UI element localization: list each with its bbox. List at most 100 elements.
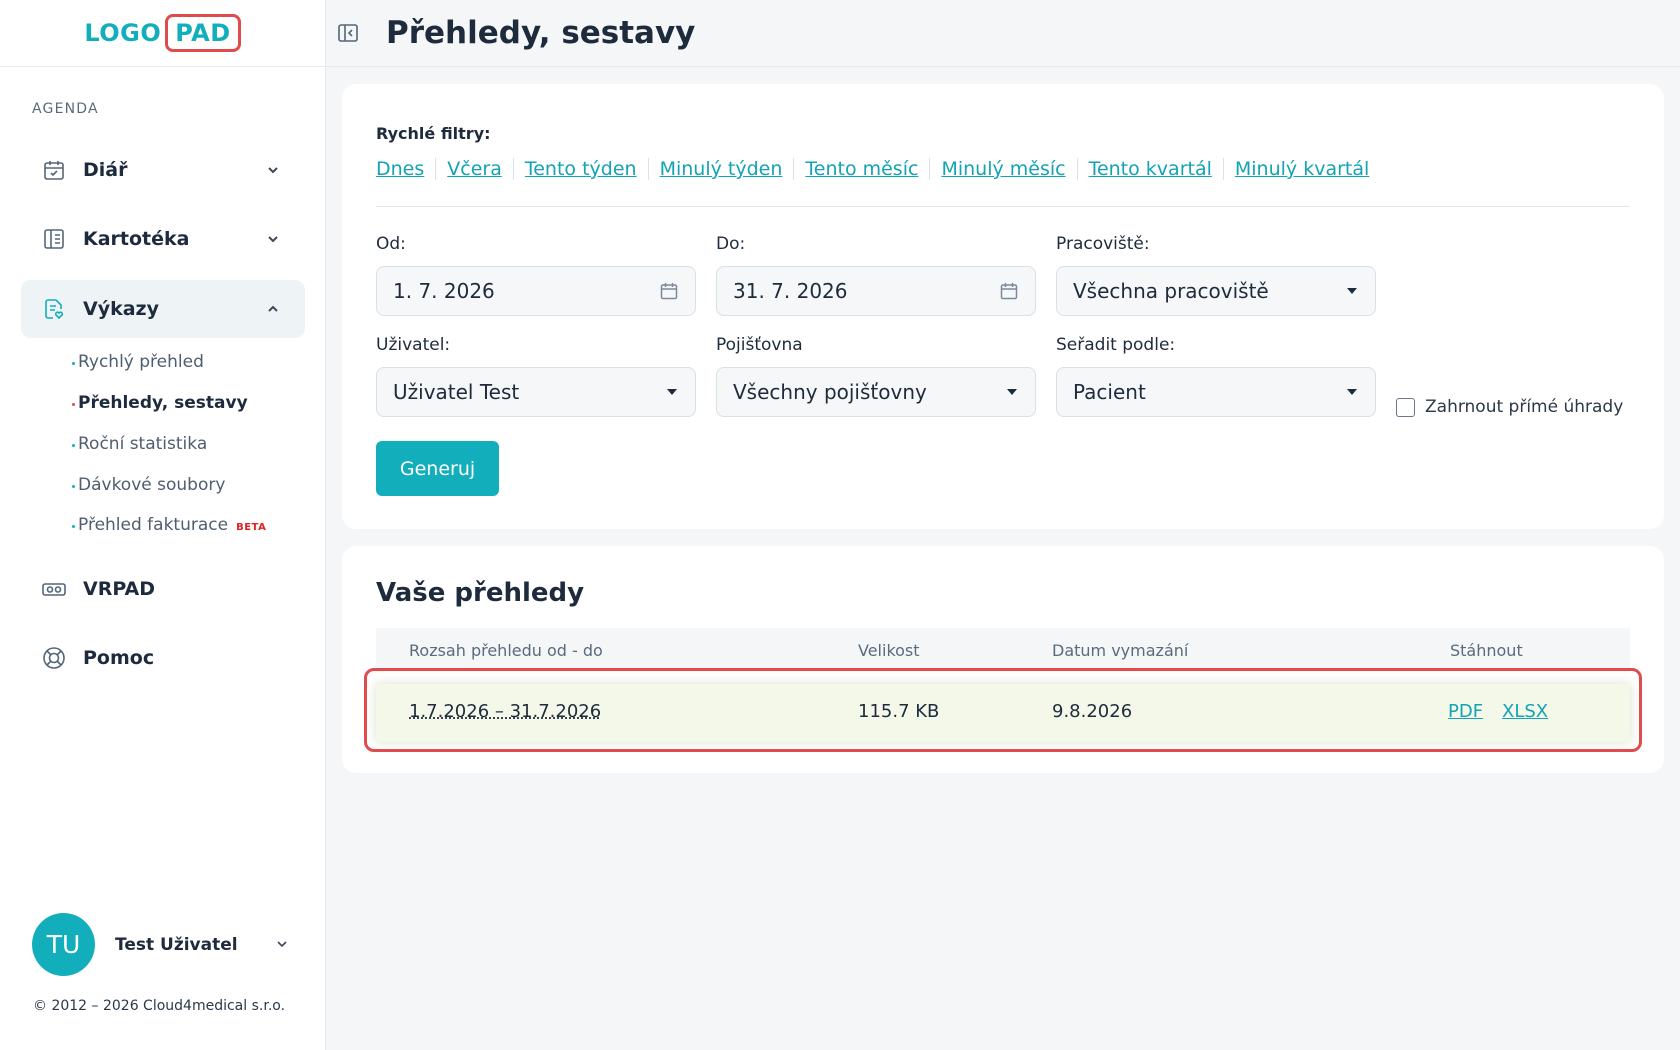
caret-down-icon bbox=[1347, 288, 1357, 294]
calendar-icon[interactable] bbox=[659, 281, 679, 301]
insurer-field: Pojišťovna Všechny pojišťovny bbox=[716, 335, 1036, 417]
submenu-item-prehled-fakturace[interactable]: Přehled fakturace BETA bbox=[72, 515, 308, 535]
submenu-item-davkove-soubory[interactable]: Dávkové soubory bbox=[72, 475, 308, 495]
submenu-item-label: Přehledy, sestavy bbox=[78, 393, 248, 413]
quick-filter-minuly-kvartal[interactable]: Minulý kvartál bbox=[1222, 158, 1380, 180]
insurer-select[interactable]: Všechny pojišťovny bbox=[716, 367, 1036, 417]
quick-filter-vcera[interactable]: Včera bbox=[435, 158, 513, 180]
chevron-down-icon bbox=[263, 229, 283, 249]
sidebar-item-vrpad[interactable]: VRPAD bbox=[21, 560, 305, 618]
caret-down-icon bbox=[1007, 389, 1017, 395]
download-xlsx-link[interactable]: XLSX bbox=[1502, 701, 1548, 722]
chevron-down-icon bbox=[263, 160, 283, 180]
workplace-field: Pracoviště: Všechna pracoviště bbox=[1056, 234, 1376, 316]
sidebar-item-label: Kartotéka bbox=[83, 228, 190, 250]
date-from-field: Od: 1. 7. 2026 bbox=[376, 234, 696, 316]
section-label-agenda: AGENDA bbox=[32, 101, 99, 117]
chevron-up-icon bbox=[263, 299, 283, 319]
date-from-input[interactable]: 1. 7. 2026 bbox=[376, 266, 696, 316]
sidebar-item-label: Pomoc bbox=[83, 647, 155, 669]
field-value: 1. 7. 2026 bbox=[393, 279, 495, 303]
generate-button[interactable]: Generuj bbox=[376, 441, 499, 496]
reports-card: Vaše přehledy Rozsah přehledu od - do Ve… bbox=[342, 546, 1664, 773]
chevron-down-icon bbox=[272, 934, 292, 954]
submenu-item-label: Roční statistika bbox=[78, 434, 208, 454]
logo-badge: PAD bbox=[165, 14, 241, 52]
download-pdf-link[interactable]: PDF bbox=[1448, 701, 1483, 722]
table-header: Rozsah přehledu od - do Velikost Datum v… bbox=[376, 628, 1630, 672]
sidebar-item-label: Výkazy bbox=[83, 298, 159, 320]
submenu-item-rychly-prehled[interactable]: Rychlý přehled bbox=[72, 352, 308, 372]
column-header-deletion: Datum vymazání bbox=[1052, 640, 1189, 660]
sidebar-item-kartoteka[interactable]: Kartotéka bbox=[21, 210, 305, 268]
logo-text: LOGO bbox=[84, 19, 162, 47]
submenu-item-label: Dávkové soubory bbox=[78, 475, 226, 495]
caret-down-icon bbox=[1347, 389, 1357, 395]
direct-payments-checkbox[interactable] bbox=[1396, 397, 1415, 417]
field-value: Pacient bbox=[1073, 380, 1146, 404]
date-to-input[interactable]: 31. 7. 2026 bbox=[716, 266, 1036, 316]
submenu-item-rocni-statistika[interactable]: Roční statistika bbox=[72, 434, 308, 454]
field-value: 31. 7. 2026 bbox=[733, 279, 848, 303]
field-value: Všechna pracoviště bbox=[1073, 279, 1269, 303]
workplace-select[interactable]: Všechna pracoviště bbox=[1056, 266, 1376, 316]
sidebar-item-label: VRPAD bbox=[83, 578, 155, 600]
column-header-download: Stáhnout bbox=[1450, 640, 1523, 660]
submenu-item-label: Rychlý přehled bbox=[78, 352, 204, 372]
submenu-item-label: Přehled fakturace bbox=[78, 515, 229, 535]
date-to-field: Do: 31. 7. 2026 bbox=[716, 234, 1036, 316]
quick-filter-tento-kvartal[interactable]: Tento kvartál bbox=[1076, 158, 1223, 180]
calendar-check-icon bbox=[41, 157, 67, 183]
report-size: 115.7 KB bbox=[858, 701, 940, 722]
caret-down-icon bbox=[667, 389, 677, 395]
report-deletion-date: 9.8.2026 bbox=[1052, 701, 1133, 722]
user-menu[interactable]: TU Test Uživatel bbox=[32, 913, 292, 976]
field-label: Do: bbox=[716, 234, 746, 254]
field-label: Pracoviště: bbox=[1056, 234, 1150, 254]
sidebar: LOGO PAD AGENDA Diář Kartotéka Výkazy Ry bbox=[0, 0, 326, 1050]
header: Přehledy, sestavy bbox=[326, 0, 1680, 67]
checkbox-label: Zahrnout přímé úhrady bbox=[1425, 397, 1624, 417]
user-select[interactable]: Uživatel Test bbox=[376, 367, 696, 417]
lifebuoy-icon bbox=[41, 645, 67, 671]
user-name: Test Uživatel bbox=[115, 934, 238, 955]
field-value: Všechny pojišťovny bbox=[733, 380, 927, 404]
user-field: Uživatel: Uživatel Test bbox=[376, 335, 696, 417]
beta-badge: BETA bbox=[236, 522, 267, 533]
sidebar-item-label: Diář bbox=[83, 159, 128, 181]
field-label: Uživatel: bbox=[376, 335, 451, 355]
column-header-range: Rozsah přehledu od - do bbox=[409, 640, 603, 660]
sidebar-collapse-icon[interactable] bbox=[336, 21, 360, 45]
field-label: Seřadit podle: bbox=[1056, 335, 1176, 355]
quick-filter-minuly-tyden[interactable]: Minulý týden bbox=[647, 158, 794, 180]
logo-bar: LOGO PAD bbox=[0, 0, 325, 67]
quick-filter-tento-mesic[interactable]: Tento měsíc bbox=[793, 158, 929, 180]
quick-filter-tento-tyden[interactable]: Tento týden bbox=[512, 158, 648, 180]
quick-filters-label: Rychlé filtry: bbox=[376, 124, 491, 143]
sort-field: Seřadit podle: Pacient bbox=[1056, 335, 1376, 417]
sidebar-item-vykazy[interactable]: Výkazy bbox=[21, 280, 305, 338]
field-value: Uživatel Test bbox=[393, 380, 520, 404]
filter-card: Rychlé filtry: Dnes Včera Tento týden Mi… bbox=[342, 84, 1664, 529]
field-label: Pojišťovna bbox=[716, 335, 803, 355]
submenu-item-prehledy-sestavy[interactable]: Přehledy, sestavy bbox=[72, 393, 308, 413]
quick-filter-dnes[interactable]: Dnes bbox=[376, 158, 435, 180]
sidebar-item-pomoc[interactable]: Pomoc bbox=[21, 629, 305, 687]
sidebar-item-diar[interactable]: Diář bbox=[21, 141, 305, 199]
table-row[interactable]: 1.7.2026 – 31.7.2026 115.7 KB 9.8.2026 P… bbox=[376, 684, 1630, 742]
page-title: Přehledy, sestavy bbox=[386, 15, 696, 51]
quick-filters: Dnes Včera Tento týden Minulý týden Tent… bbox=[376, 158, 1380, 180]
field-label: Od: bbox=[376, 234, 406, 254]
divider bbox=[376, 206, 1630, 207]
avatar: TU bbox=[32, 913, 95, 976]
logo[interactable]: LOGO PAD bbox=[84, 14, 241, 52]
direct-payments-toggle[interactable]: Zahrnout přímé úhrady bbox=[1396, 397, 1623, 417]
copyright: © 2012 – 2026 Cloud4medical s.r.o. bbox=[33, 998, 286, 1014]
sort-select[interactable]: Pacient bbox=[1056, 367, 1376, 417]
book-icon bbox=[41, 226, 67, 252]
quick-filter-minuly-mesic[interactable]: Minulý měsíc bbox=[929, 158, 1076, 180]
column-header-size: Velikost bbox=[858, 640, 920, 660]
calendar-icon[interactable] bbox=[999, 281, 1019, 301]
report-heart-icon bbox=[41, 296, 67, 322]
report-range[interactable]: 1.7.2026 – 31.7.2026 bbox=[409, 701, 601, 722]
